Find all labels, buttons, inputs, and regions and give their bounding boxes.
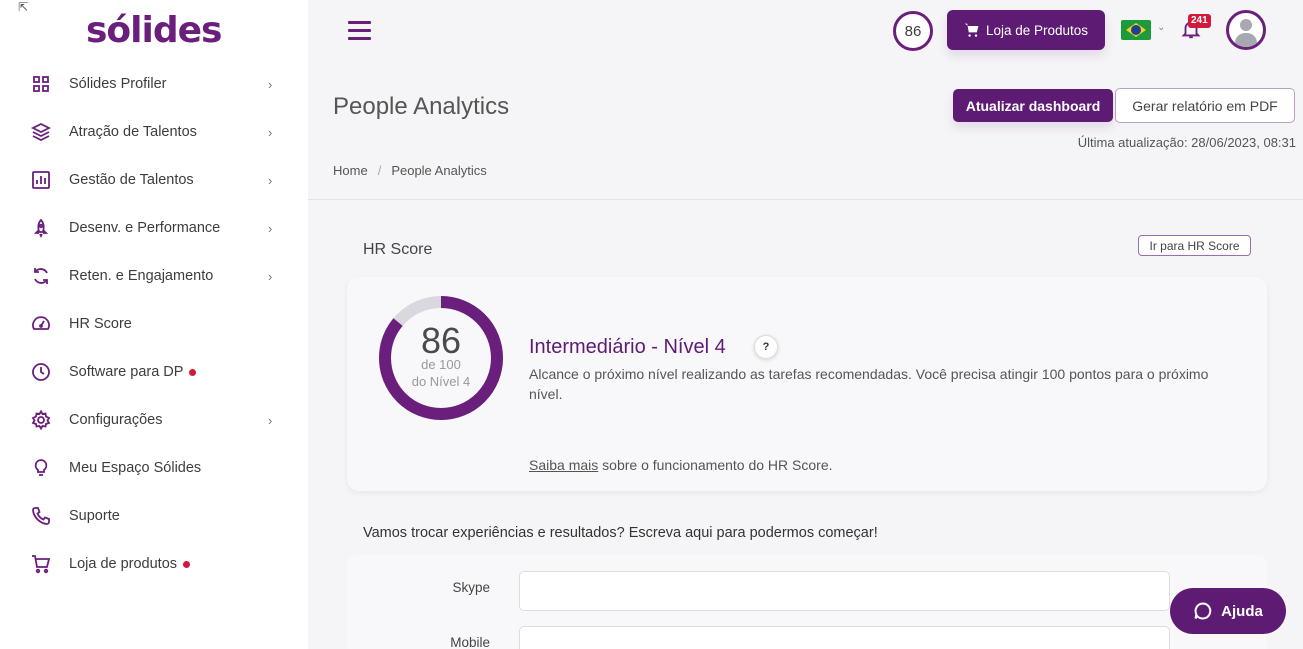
avatar[interactable] — [1226, 10, 1266, 50]
hr-score-badge[interactable]: 86 — [893, 11, 933, 51]
hr-score-value: 86 — [420, 320, 462, 361]
hr-score-section-title: HR Score — [363, 241, 433, 258]
clock-icon — [30, 361, 52, 383]
sidebar-item-solides-profiler[interactable]: Sólides Profiler › — [0, 64, 308, 104]
sidebar-item-label: Software para DP — [69, 364, 197, 380]
lightbulb-icon — [30, 457, 52, 479]
learn-more-text: Saiba mais sobre o funcionamento do HR S… — [529, 457, 833, 473]
help-chat-label: Ajuda — [1221, 602, 1263, 620]
chevron-right-icon: › — [268, 412, 273, 428]
learn-more-link[interactable]: Saiba mais — [529, 457, 598, 473]
chevron-down-icon[interactable]: ⌄ — [1157, 22, 1165, 33]
store-button[interactable]: Loja de Produtos — [947, 10, 1105, 50]
sidebar-item-label: Meu Espaço Sólides — [69, 460, 202, 476]
store-button-label: Loja de Produtos — [985, 22, 1089, 38]
rocket-icon — [30, 217, 52, 239]
chevron-right-icon: › — [268, 76, 273, 92]
skype-input[interactable] — [519, 571, 1170, 611]
sidebar-item-label: Loja de produtos — [69, 556, 191, 572]
sidebar-item-meu-espaco-solides[interactable]: Meu Espaço Sólides — [0, 448, 308, 488]
refresh-icon — [30, 265, 52, 287]
mouse-cursor-icon: ⇱ — [18, 0, 29, 14]
sidebar-item-desenv-e-performance[interactable]: Desenv. e Performance › — [0, 208, 308, 248]
solides-logo[interactable]: sólides — [86, 10, 222, 51]
breadcrumb-separator: / — [377, 163, 382, 178]
sidebar-item-label: Desenv. e Performance — [69, 220, 221, 236]
cart-icon — [964, 23, 979, 37]
chevron-right-icon: › — [268, 268, 273, 284]
gauge-icon — [30, 313, 52, 335]
sidebar-item-reten-e-engajamento[interactable]: Reten. e Engajamento › — [0, 256, 308, 296]
sidebar-item-label: Suporte — [69, 508, 120, 524]
layers-icon — [30, 121, 52, 143]
sidebar-item-suporte[interactable]: Suporte — [0, 496, 308, 536]
breadcrumb-home[interactable]: Home — [333, 163, 368, 178]
level-title: Intermediário - Nível 4 — [529, 336, 726, 358]
sidebar-item-atracao-de-talentos[interactable]: Atração de Talentos › — [0, 112, 308, 152]
chevron-right-icon: › — [268, 220, 273, 236]
sidebar-item-software-para-dp[interactable]: Software para DP — [0, 352, 308, 392]
header-divider — [308, 199, 1303, 200]
sidebar: ⇱ sólides Sólides Profiler › Atração de … — [0, 0, 308, 649]
help-chat-button[interactable]: Ajuda — [1170, 588, 1286, 634]
phone-icon — [30, 505, 52, 527]
sidebar-item-label: Reten. e Engajamento — [69, 268, 214, 284]
skype-label: Skype — [452, 580, 490, 595]
sidebar-item-loja-de-produtos[interactable]: Loja de produtos — [0, 544, 308, 584]
sidebar-item-label: HR Score — [69, 316, 132, 332]
notification-count-badge: 241 — [1188, 14, 1211, 28]
bar-chart-icon — [30, 169, 52, 191]
chevron-right-icon: › — [268, 124, 273, 140]
last-update-text: Última atualização: 28/06/2023, 08:31 — [1077, 135, 1296, 150]
brazil-flag-icon[interactable] — [1121, 20, 1151, 40]
generate-pdf-button[interactable]: Gerar relatório em PDF — [1115, 88, 1295, 123]
chat-bubble-icon — [1194, 602, 1212, 620]
cart-icon — [30, 553, 52, 575]
sidebar-item-label: Gestão de Talentos — [69, 172, 194, 188]
menu-toggle-icon[interactable] — [348, 21, 371, 40]
contact-form-title: Vamos trocar experiências e resultados? … — [363, 525, 878, 541]
chevron-right-icon: › — [268, 172, 273, 188]
sidebar-item-label: Atração de Talentos — [69, 124, 197, 140]
breadcrumb: Home / People Analytics — [333, 163, 487, 178]
new-indicator-dot — [189, 368, 197, 376]
sidebar-item-configuracoes[interactable]: Configurações › — [0, 400, 308, 440]
breadcrumb-current: People Analytics — [391, 163, 487, 178]
gear-icon — [30, 409, 52, 431]
hr-score-level-label: do Nível 4 — [411, 374, 471, 389]
level-description: Alcance o próximo nível realizando as ta… — [529, 366, 1209, 402]
sidebar-item-label: Sólides Profiler — [69, 76, 167, 92]
sidebar-item-label: Configurações — [69, 412, 163, 428]
grid-icon — [30, 73, 52, 95]
hr-score-of-label: de 100 — [421, 357, 461, 372]
help-question-button[interactable]: ? — [754, 335, 778, 359]
page-title: People Analytics — [333, 93, 510, 120]
sidebar-item-gestao-de-talentos[interactable]: Gestão de Talentos › — [0, 160, 308, 200]
update-dashboard-button[interactable]: Atualizar dashboard — [953, 89, 1113, 122]
go-to-hr-score-button[interactable]: Ir para HR Score — [1138, 235, 1251, 256]
mobile-input[interactable] — [519, 626, 1170, 649]
mobile-label: Mobile — [450, 635, 490, 649]
new-indicator-dot — [183, 560, 191, 568]
sidebar-item-hr-score[interactable]: HR Score — [0, 304, 308, 344]
